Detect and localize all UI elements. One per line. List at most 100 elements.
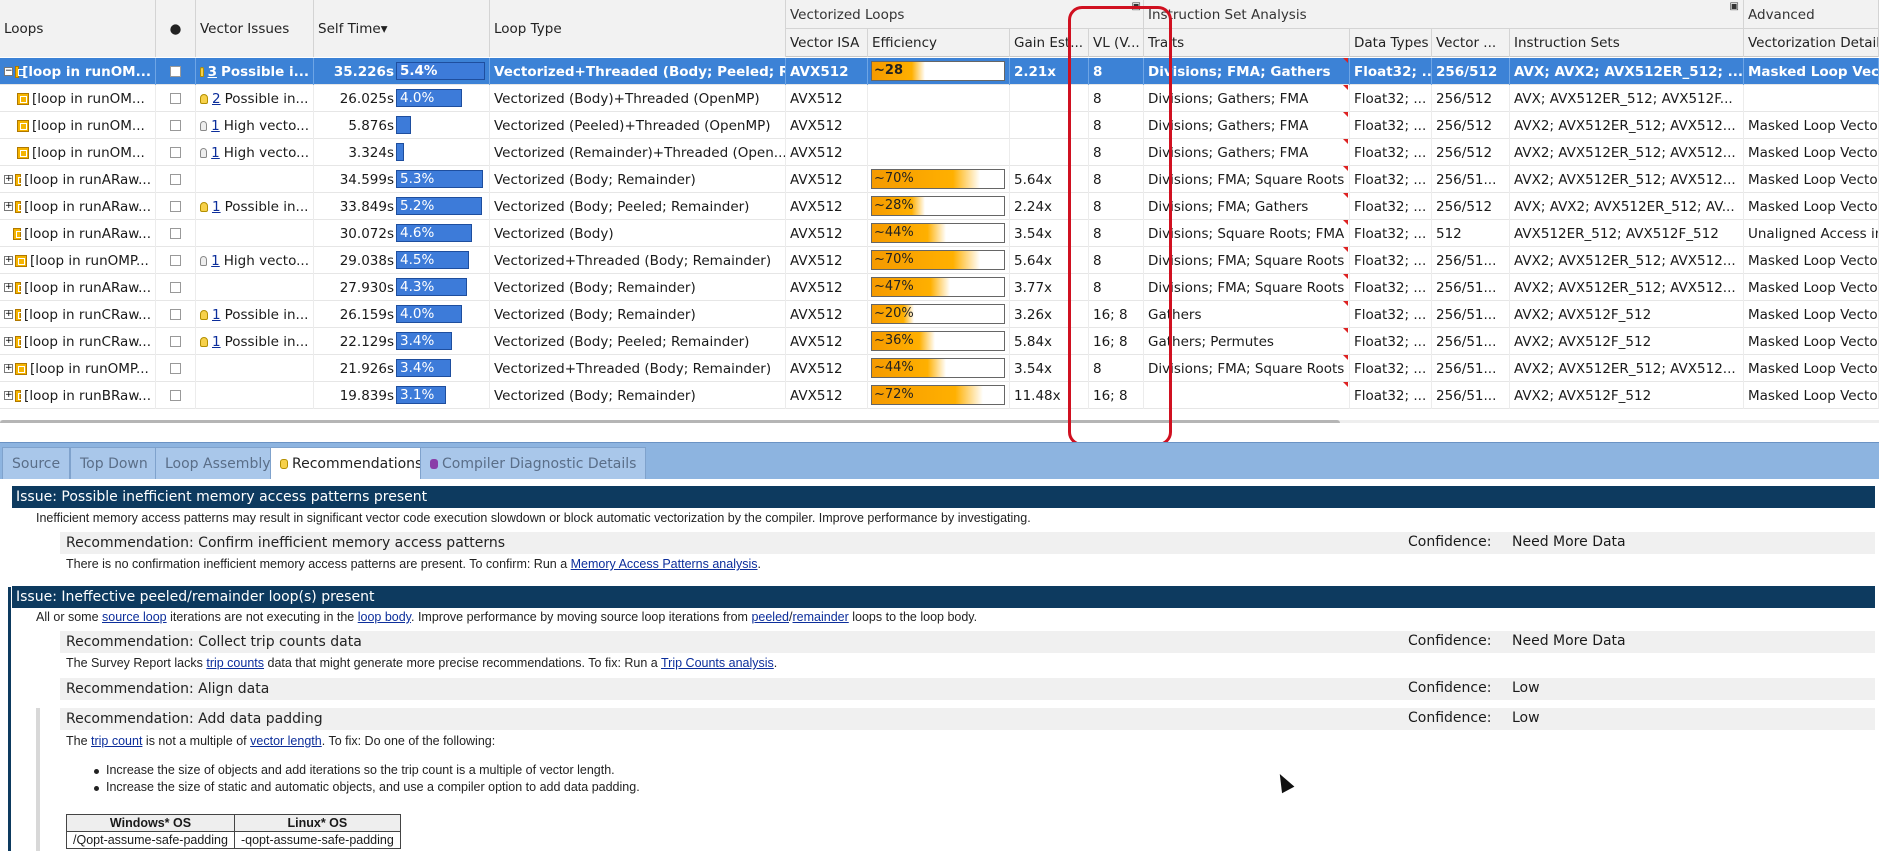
vector-issues-cell[interactable] bbox=[196, 355, 314, 382]
loop-name-cell[interactable]: + [loop in runARaw... bbox=[0, 193, 156, 220]
loop-name-cell[interactable]: [loop in runOM... bbox=[0, 139, 156, 166]
vector-issues-cell[interactable]: 1 High vecto... bbox=[196, 247, 314, 274]
vector-issues-cell[interactable]: 2 Possible in... bbox=[196, 85, 314, 112]
tab-recommendations[interactable]: Recommendations bbox=[270, 447, 433, 479]
table-row[interactable]: + [loop in runCRaw... 1 Possible in... 26.15… bbox=[0, 301, 1879, 328]
checkbox-cell[interactable] bbox=[156, 166, 196, 193]
table-row[interactable]: [loop in runOM... 2 Possible in... 26.025s 4… bbox=[0, 85, 1879, 112]
checkbox-cell[interactable] bbox=[156, 139, 196, 166]
source-loop-link[interactable]: source loop bbox=[102, 610, 167, 624]
collapse-icon[interactable]: ▣ bbox=[1730, 1, 1739, 12]
row-checkbox[interactable] bbox=[170, 309, 181, 320]
issue-header[interactable]: Issue: Possible inefficient memory acces… bbox=[12, 486, 1875, 508]
row-checkbox[interactable] bbox=[170, 201, 181, 212]
table-row[interactable]: [loop in runOM... 1 High vecto... 3.324s Vec… bbox=[0, 139, 1879, 166]
expand-toggle-icon[interactable]: + bbox=[4, 202, 13, 211]
issue-count-link[interactable]: 1 bbox=[211, 118, 220, 134]
loop-name-cell[interactable]: + [loop in runARaw... bbox=[0, 274, 156, 301]
trip-counts-link[interactable]: trip counts bbox=[206, 656, 264, 670]
table-row[interactable]: + [loop in runOMP... 1 High vecto... 29.038s… bbox=[0, 247, 1879, 274]
row-checkbox[interactable] bbox=[170, 174, 181, 185]
issue-header[interactable]: Issue: Ineffective peeled/remainder loop… bbox=[12, 586, 1875, 608]
expand-toggle-icon[interactable]: + bbox=[4, 283, 13, 292]
table-row[interactable]: + [loop in runARaw... 1 Possible in... 33.84… bbox=[0, 193, 1879, 220]
vector-issues-cell[interactable] bbox=[196, 220, 314, 247]
loop-name-cell[interactable]: + [loop in runOMP... bbox=[0, 355, 156, 382]
scrollbar-thumb[interactable] bbox=[0, 420, 1340, 423]
vector-issues-cell[interactable]: 3 Possible i... bbox=[196, 58, 314, 85]
checkbox-cell[interactable] bbox=[156, 85, 196, 112]
loop-name-cell[interactable]: [loop in runARaw... bbox=[0, 220, 156, 247]
trip-count-link[interactable]: trip count bbox=[91, 734, 142, 748]
issue-count-link[interactable]: 1 bbox=[211, 145, 220, 161]
loop-name-cell[interactable]: + [loop in runARaw... bbox=[0, 166, 156, 193]
col-instruction-sets[interactable]: Instruction Sets bbox=[1510, 29, 1744, 57]
checkbox-cell[interactable] bbox=[156, 58, 196, 85]
checkbox-cell[interactable] bbox=[156, 220, 196, 247]
checkbox-cell[interactable] bbox=[156, 355, 196, 382]
table-row[interactable]: [loop in runARaw... 30.072s 4.6% Vectorized… bbox=[0, 220, 1879, 247]
expand-toggle-icon[interactable]: + bbox=[4, 175, 13, 184]
col-efficiency[interactable]: Efficiency bbox=[868, 29, 1010, 57]
col-vl[interactable]: VL (V... bbox=[1089, 29, 1144, 57]
vector-issues-cell[interactable]: 1 Possible in... bbox=[196, 301, 314, 328]
recommendation-header[interactable]: Recommendation: Align data bbox=[60, 678, 1875, 700]
checkbox-cell[interactable] bbox=[156, 382, 196, 409]
memory-access-link[interactable]: Memory Access Patterns analysis bbox=[571, 557, 758, 571]
loop-name-cell[interactable]: − [loop in runOM... bbox=[0, 58, 156, 85]
row-checkbox[interactable] bbox=[170, 93, 181, 104]
loop-name-cell[interactable]: + [loop in runBRaw... bbox=[0, 382, 156, 409]
vector-issues-cell[interactable]: 1 Possible in... bbox=[196, 193, 314, 220]
checkbox-cell[interactable] bbox=[156, 247, 196, 274]
collapse-icon[interactable]: ▣ bbox=[1132, 1, 1141, 12]
issue-count-link[interactable]: 1 bbox=[212, 334, 221, 350]
loop-name-cell[interactable]: [loop in runOM... bbox=[0, 85, 156, 112]
expand-toggle-icon[interactable]: + bbox=[4, 310, 13, 319]
recommendation-header[interactable]: Recommendation: Add data padding bbox=[60, 708, 1875, 730]
checkbox-cell[interactable] bbox=[156, 328, 196, 355]
col-vector-widths[interactable]: Vector ... bbox=[1432, 29, 1510, 57]
checkbox-cell[interactable] bbox=[156, 301, 196, 328]
loop-body-link[interactable]: loop body bbox=[358, 610, 411, 624]
issue-count-link[interactable]: 1 bbox=[211, 253, 220, 269]
row-checkbox[interactable] bbox=[170, 255, 181, 266]
row-checkbox[interactable] bbox=[170, 390, 181, 401]
expand-toggle-icon[interactable]: + bbox=[4, 391, 13, 400]
row-checkbox[interactable] bbox=[170, 120, 181, 131]
checkbox-cell[interactable] bbox=[156, 112, 196, 139]
vector-issues-cell[interactable]: 1 Possible in... bbox=[196, 328, 314, 355]
expand-toggle-icon[interactable]: + bbox=[4, 337, 13, 346]
col-vectorization-details[interactable]: Vectorization Details bbox=[1744, 29, 1879, 57]
vector-issues-cell[interactable] bbox=[196, 166, 314, 193]
issue-count-link[interactable]: 1 bbox=[212, 199, 221, 215]
expand-toggle-icon[interactable]: − bbox=[4, 67, 13, 76]
group-advanced[interactable]: Advanced bbox=[1744, 0, 1879, 29]
row-checkbox[interactable] bbox=[170, 363, 181, 374]
col-data-types[interactable]: Data Types bbox=[1350, 29, 1432, 57]
row-checkbox[interactable] bbox=[170, 336, 181, 347]
issue-count-link[interactable]: 2 bbox=[212, 91, 221, 107]
loop-name-cell[interactable]: + [loop in runCRaw... bbox=[0, 301, 156, 328]
issue-count-link[interactable]: 1 bbox=[212, 307, 221, 323]
col-vector-isa[interactable]: Vector ISA bbox=[786, 29, 868, 57]
tab-source[interactable]: Source bbox=[2, 447, 71, 479]
table-row[interactable]: − [loop in runOM... 3 Possible i... 35.226s 5… bbox=[0, 58, 1879, 85]
checkbox-cell[interactable] bbox=[156, 274, 196, 301]
col-gain[interactable]: Gain Est... bbox=[1010, 29, 1089, 57]
vector-issues-cell[interactable]: 1 High vecto... bbox=[196, 139, 314, 166]
table-row[interactable]: + [loop in runARaw... 27.930s 4.3% Vectorize… bbox=[0, 274, 1879, 301]
trip-counts-analysis-link[interactable]: Trip Counts analysis bbox=[661, 656, 774, 670]
row-checkbox[interactable] bbox=[170, 228, 181, 239]
checkbox-cell[interactable] bbox=[156, 193, 196, 220]
vector-length-link[interactable]: vector length bbox=[250, 734, 322, 748]
loop-name-cell[interactable]: + [loop in runOMP... bbox=[0, 247, 156, 274]
table-row[interactable]: + [loop in runARaw... 34.599s 5.3% Vectorize… bbox=[0, 166, 1879, 193]
expand-toggle-icon[interactable]: + bbox=[4, 364, 13, 373]
expand-toggle-icon[interactable]: + bbox=[4, 256, 13, 265]
vector-issues-cell[interactable] bbox=[196, 382, 314, 409]
tab-loop-assembly[interactable]: Loop Assembly bbox=[155, 447, 281, 479]
remainder-link[interactable]: remainder bbox=[792, 610, 848, 624]
col-traits[interactable]: Traits bbox=[1144, 29, 1350, 57]
tab-compiler-diagnostic-details[interactable]: Compiler Diagnostic Details bbox=[420, 447, 647, 479]
table-row[interactable]: + [loop in runOMP... 21.926s 3.4% Vectorized… bbox=[0, 355, 1879, 382]
